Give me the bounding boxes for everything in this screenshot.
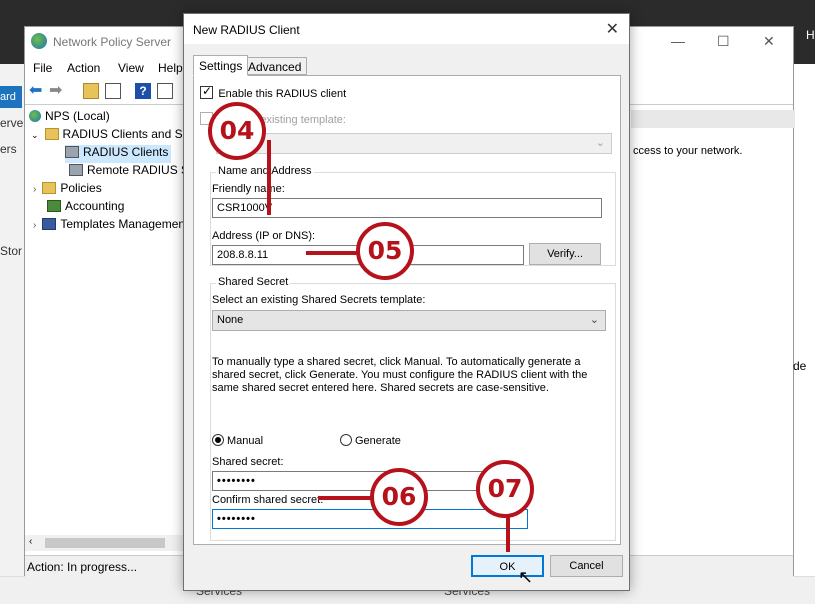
maximize-icon[interactable]: ☐ xyxy=(717,33,730,50)
secret-template-label: Select an existing Shared Secrets templa… xyxy=(212,294,426,306)
sidebar-dashboard-item[interactable]: ard xyxy=(0,86,22,108)
server-group-icon xyxy=(69,164,83,176)
chevron-down-icon: ⌄ xyxy=(589,314,599,326)
client-list-icon xyxy=(65,146,79,158)
scrollbar-thumb[interactable] xyxy=(45,538,165,548)
callout-07: 07 xyxy=(476,460,534,518)
chevron-right-icon[interactable]: › xyxy=(33,220,36,231)
callout-06: 06 xyxy=(370,468,428,526)
sidebar-item-text: ers xyxy=(0,142,17,156)
callout-05-pointer xyxy=(306,251,362,255)
chevron-down-icon[interactable]: ⌄ xyxy=(31,130,39,140)
folder-up-icon[interactable] xyxy=(83,83,99,99)
dialog-titlebar: New RADIUS Client ✕ xyxy=(184,14,629,44)
folder-icon xyxy=(42,182,57,194)
shared-secret-label: Shared secret: xyxy=(212,456,284,468)
radio-circle[interactable] xyxy=(340,434,352,446)
help-icon[interactable]: ? xyxy=(135,83,151,99)
back-arrow-icon[interactable]: ⬅ xyxy=(29,83,45,99)
chevron-down-icon: ⌄ xyxy=(595,137,605,149)
chevron-right-icon[interactable]: › xyxy=(33,184,36,195)
tree-item-accounting[interactable]: Accounting xyxy=(47,199,124,217)
menu-action[interactable]: Action xyxy=(67,61,100,75)
results-header xyxy=(631,110,795,128)
enable-client-checkbox[interactable]: ✓ Enable this RADIUS client xyxy=(200,84,346,102)
verify-button[interactable]: Verify... xyxy=(529,243,601,265)
globe-icon xyxy=(29,110,41,122)
confirm-secret-label: Confirm shared secret: xyxy=(212,494,324,506)
horizontal-scrollbar[interactable]: ‹ xyxy=(25,535,185,551)
radio-circle[interactable] xyxy=(212,434,224,446)
confirm-secret-field[interactable]: •••••••• xyxy=(212,509,528,529)
existing-template-dropdown[interactable]: ⌄ xyxy=(216,133,612,154)
forward-arrow-icon[interactable]: ➡ xyxy=(49,83,65,99)
name-address-group-label: Name and Address xyxy=(216,165,314,177)
properties-icon[interactable] xyxy=(157,83,173,99)
tree-item-policies[interactable]: › Policies xyxy=(33,181,102,199)
callout-05: 05 xyxy=(356,222,414,280)
folder-icon xyxy=(44,128,59,140)
dialog-title: New RADIUS Client xyxy=(193,23,300,37)
show-hide-tree-icon[interactable] xyxy=(105,83,121,99)
tree-item-templates[interactable]: › Templates Management xyxy=(33,217,188,235)
tree-item-radius-clients[interactable]: RADIUS Clients xyxy=(65,145,172,163)
friendly-name-label: Friendly name: xyxy=(212,183,285,195)
cancel-button[interactable]: Cancel xyxy=(550,555,623,577)
tree-item-nps-local[interactable]: NPS (Local) xyxy=(29,109,110,127)
shared-secret-group-label: Shared Secret xyxy=(216,276,291,288)
callout-06-pointer xyxy=(318,496,374,500)
menu-help[interactable]: Help xyxy=(158,61,183,75)
callout-04-pointer xyxy=(267,140,271,215)
address-label: Address (IP or DNS): xyxy=(212,230,316,242)
nps-tree-pane: NPS (Local) ⌄ RADIUS Clients and Servers … xyxy=(25,105,259,545)
secret-template-dropdown[interactable]: None ⌄ xyxy=(212,310,606,331)
accounting-icon xyxy=(47,200,61,212)
generate-radio[interactable]: Generate xyxy=(340,434,401,447)
nps-globe-icon xyxy=(31,33,47,49)
status-text: Action: In progress... xyxy=(27,560,138,574)
radio-selected-dot xyxy=(215,437,221,443)
templates-icon xyxy=(42,218,57,230)
menu-file[interactable]: File xyxy=(33,61,52,75)
results-description: ccess to your network. xyxy=(633,145,743,157)
manual-radio[interactable]: Manual xyxy=(212,434,263,447)
mouse-cursor-icon: ↖ xyxy=(518,567,534,587)
tab-advanced[interactable]: Advanced xyxy=(242,57,308,75)
close-icon[interactable]: ✕ xyxy=(606,19,619,39)
check-icon: ✓ xyxy=(202,84,213,98)
close-icon[interactable]: ✕ xyxy=(763,33,775,50)
menu-view[interactable]: View xyxy=(118,61,144,75)
callout-04: 04 xyxy=(208,102,266,160)
scroll-left-icon[interactable]: ‹ xyxy=(29,536,32,547)
minimize-icon[interactable]: — xyxy=(671,33,685,49)
header-text: H xyxy=(806,28,815,42)
checkbox-box[interactable]: ✓ xyxy=(200,84,213,99)
tab-settings[interactable]: Settings xyxy=(193,55,249,76)
sidebar-item-text: Stor xyxy=(0,244,23,258)
results-text-fragment: de xyxy=(793,359,807,373)
shared-secret-instructions: To manually type a shared secret, click … xyxy=(212,356,588,394)
callout-07-pointer xyxy=(506,516,510,552)
nps-window-title: Network Policy Server xyxy=(53,35,172,49)
